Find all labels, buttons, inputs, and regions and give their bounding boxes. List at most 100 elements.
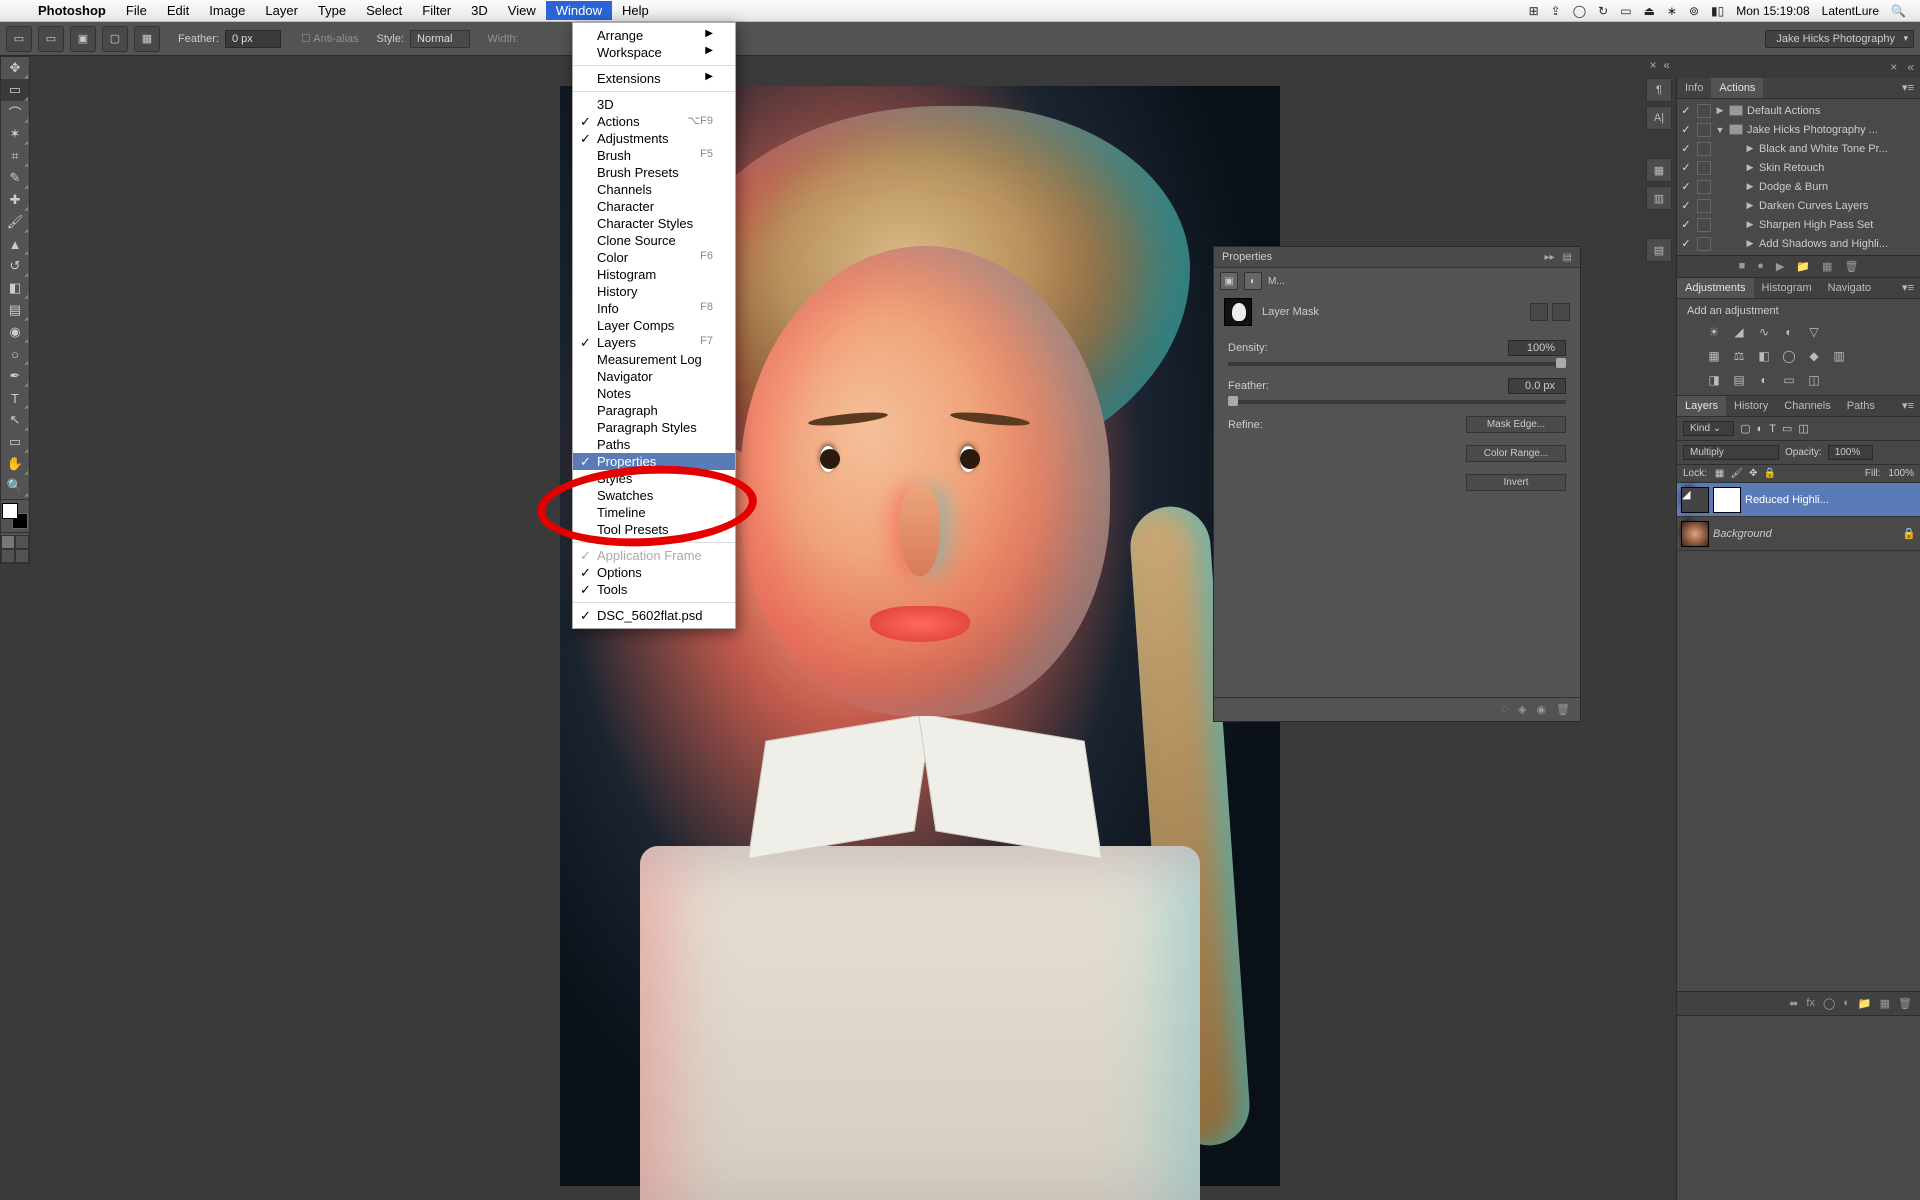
- character-panel-icon[interactable]: ¶: [1646, 78, 1672, 102]
- menu-item-layers[interactable]: ✓LayersF7: [573, 334, 735, 351]
- screenmode-toggle[interactable]: [1, 549, 29, 563]
- navigator-tab[interactable]: Navigato: [1820, 278, 1879, 298]
- color-range-button[interactable]: Color Range...: [1466, 445, 1566, 462]
- menu-item-color[interactable]: ColorF6: [573, 249, 735, 266]
- load-selection-icon[interactable]: ◌: [1501, 703, 1508, 716]
- feather-input[interactable]: [225, 30, 281, 48]
- new-layer-icon[interactable]: ▦: [1880, 997, 1890, 1010]
- dropbox-icon[interactable]: ⇪: [1551, 4, 1561, 18]
- dodge-tool[interactable]: ○: [1, 343, 29, 365]
- menu-type[interactable]: Type: [308, 1, 356, 20]
- menu-image[interactable]: Image: [199, 1, 255, 20]
- mask-edge-button[interactable]: Mask Edge...: [1466, 416, 1566, 433]
- action-jake-hicks-photography-[interactable]: ✓▼Jake Hicks Photography ...: [1677, 120, 1920, 139]
- layer-background[interactable]: 👁 Background 🔒: [1677, 517, 1920, 551]
- histogram-tab[interactable]: Histogram: [1754, 278, 1820, 298]
- lasso-tool[interactable]: ⌒: [1, 101, 29, 123]
- menu-item-paths[interactable]: Paths: [573, 436, 735, 453]
- opacity-value[interactable]: 100%: [1828, 445, 1874, 460]
- quickmask-toggle[interactable]: [1, 535, 29, 549]
- zoom-tool[interactable]: 🔍: [1, 475, 29, 497]
- marquee-int-icon[interactable]: ▦: [134, 26, 160, 52]
- menu-item-measurement-log[interactable]: Measurement Log: [573, 351, 735, 368]
- action-dodge-burn[interactable]: ✓▶Dodge & Burn: [1677, 177, 1920, 196]
- clock[interactable]: Mon 15:19:08: [1736, 4, 1809, 18]
- adj-new-icon[interactable]: ◐: [1843, 997, 1850, 1010]
- photo-filter-icon[interactable]: ◯: [1780, 347, 1798, 365]
- marquee-rect-icon[interactable]: ▭: [38, 26, 64, 52]
- fx-icon[interactable]: fx: [1806, 997, 1815, 1010]
- exposure-icon[interactable]: ◐: [1780, 323, 1798, 341]
- menu-select[interactable]: Select: [356, 1, 412, 20]
- chmix-icon[interactable]: ◆: [1805, 347, 1823, 365]
- menu-item-3d[interactable]: 3D: [573, 96, 735, 113]
- menu-item-arrange[interactable]: Arrange▶: [573, 27, 735, 44]
- swatches-panel-icon[interactable]: ▦: [1646, 158, 1672, 182]
- panel-collapse2-icon[interactable]: «: [1907, 60, 1914, 74]
- history-tab2[interactable]: History: [1726, 396, 1776, 416]
- blur-tool[interactable]: ◉: [1, 321, 29, 343]
- action-add-shadows-and-highli-[interactable]: ✓▶Add Shadows and Highli...: [1677, 234, 1920, 253]
- menu-item-actions[interactable]: ✓Actions⌥F9: [573, 113, 735, 130]
- menu-item-options[interactable]: ✓Options: [573, 564, 735, 581]
- new-set-icon[interactable]: 📁: [1796, 260, 1810, 273]
- panel-collapse-icon[interactable]: ▸▸: [1545, 252, 1555, 263]
- action-darken-curves-layers[interactable]: ✓▶Darken Curves Layers: [1677, 196, 1920, 215]
- layers-tab[interactable]: Layers: [1677, 396, 1726, 416]
- marquee-sub-icon[interactable]: ▢: [102, 26, 128, 52]
- marquee-add-icon[interactable]: ▣: [70, 26, 96, 52]
- adjustments-tab[interactable]: Adjustments: [1677, 278, 1754, 298]
- menu-item-channels[interactable]: Channels: [573, 181, 735, 198]
- invert-adj-icon[interactable]: ◨: [1705, 371, 1723, 389]
- menu-item-workspace[interactable]: Workspace▶: [573, 44, 735, 61]
- panel-close-icon[interactable]: ×: [1890, 60, 1897, 74]
- menu-file[interactable]: File: [116, 1, 157, 20]
- crop-tool[interactable]: ⌗: [1, 145, 29, 167]
- info-tab[interactable]: Info: [1677, 78, 1711, 98]
- add-vector-mask-icon[interactable]: [1552, 303, 1570, 321]
- menu-item-paragraph[interactable]: Paragraph: [573, 402, 735, 419]
- menu-item-paragraph-styles[interactable]: Paragraph Styles: [573, 419, 735, 436]
- lock-pos-icon[interactable]: ✥: [1749, 468, 1757, 479]
- mini-panel-close1[interactable]: × «: [1650, 58, 1670, 72]
- menu-edit[interactable]: Edit: [157, 1, 199, 20]
- poster-icon[interactable]: ▤: [1730, 371, 1748, 389]
- filter-adj-icon[interactable]: ◐: [1757, 423, 1764, 435]
- filter-pixel-icon[interactable]: ▢: [1740, 422, 1750, 435]
- menu-item-navigator[interactable]: Navigator: [573, 368, 735, 385]
- thresh-icon[interactable]: ◐: [1755, 371, 1773, 389]
- filter-smart-icon[interactable]: ◫: [1798, 422, 1808, 435]
- paths-tab[interactable]: Paths: [1839, 396, 1883, 416]
- pen-tool[interactable]: ✒: [1, 365, 29, 387]
- libraries-panel-icon[interactable]: ▤: [1646, 238, 1672, 262]
- filter-shape-icon[interactable]: ▭: [1782, 422, 1792, 435]
- invert-button[interactable]: Invert: [1466, 474, 1566, 491]
- menu-view[interactable]: View: [498, 1, 546, 20]
- menu-item-character[interactable]: Character: [573, 198, 735, 215]
- menu-layer[interactable]: Layer: [255, 1, 308, 20]
- action-default-actions[interactable]: ✓▶Default Actions: [1677, 101, 1920, 120]
- levels-icon[interactable]: ◢: [1730, 323, 1748, 341]
- menu-item-brush[interactable]: BrushF5: [573, 147, 735, 164]
- username[interactable]: LatentLure: [1822, 4, 1879, 18]
- menu-item-brush-presets[interactable]: Brush Presets: [573, 164, 735, 181]
- toggle-mask-icon[interactable]: ◉: [1536, 703, 1546, 716]
- marquee-tool[interactable]: ▭: [1, 79, 29, 101]
- eraser-tool[interactable]: ◧: [1, 277, 29, 299]
- actions-menu-icon[interactable]: ▾≡: [1896, 78, 1920, 98]
- blend-mode-select[interactable]: Multiply: [1683, 445, 1779, 460]
- delete-mask-icon[interactable]: 🗑: [1556, 703, 1570, 716]
- vibrance-icon[interactable]: ▽: [1805, 323, 1823, 341]
- path-tool[interactable]: ↖: [1, 409, 29, 431]
- tool-preset-button[interactable]: ▭: [6, 26, 32, 52]
- history-brush-tool[interactable]: ↺: [1, 255, 29, 277]
- menu-item-info[interactable]: InfoF8: [573, 300, 735, 317]
- type-tool[interactable]: T: [1, 387, 29, 409]
- curves-icon[interactable]: ∿: [1755, 323, 1773, 341]
- color-swatches[interactable]: [2, 503, 28, 529]
- mask-tab2-icon[interactable]: ◐: [1244, 272, 1262, 290]
- display-icon[interactable]: ▭: [1620, 4, 1631, 18]
- hue-icon[interactable]: ▦: [1705, 347, 1723, 365]
- menu-item-character-styles[interactable]: Character Styles: [573, 215, 735, 232]
- layers-menu-icon[interactable]: ▾≡: [1896, 396, 1920, 416]
